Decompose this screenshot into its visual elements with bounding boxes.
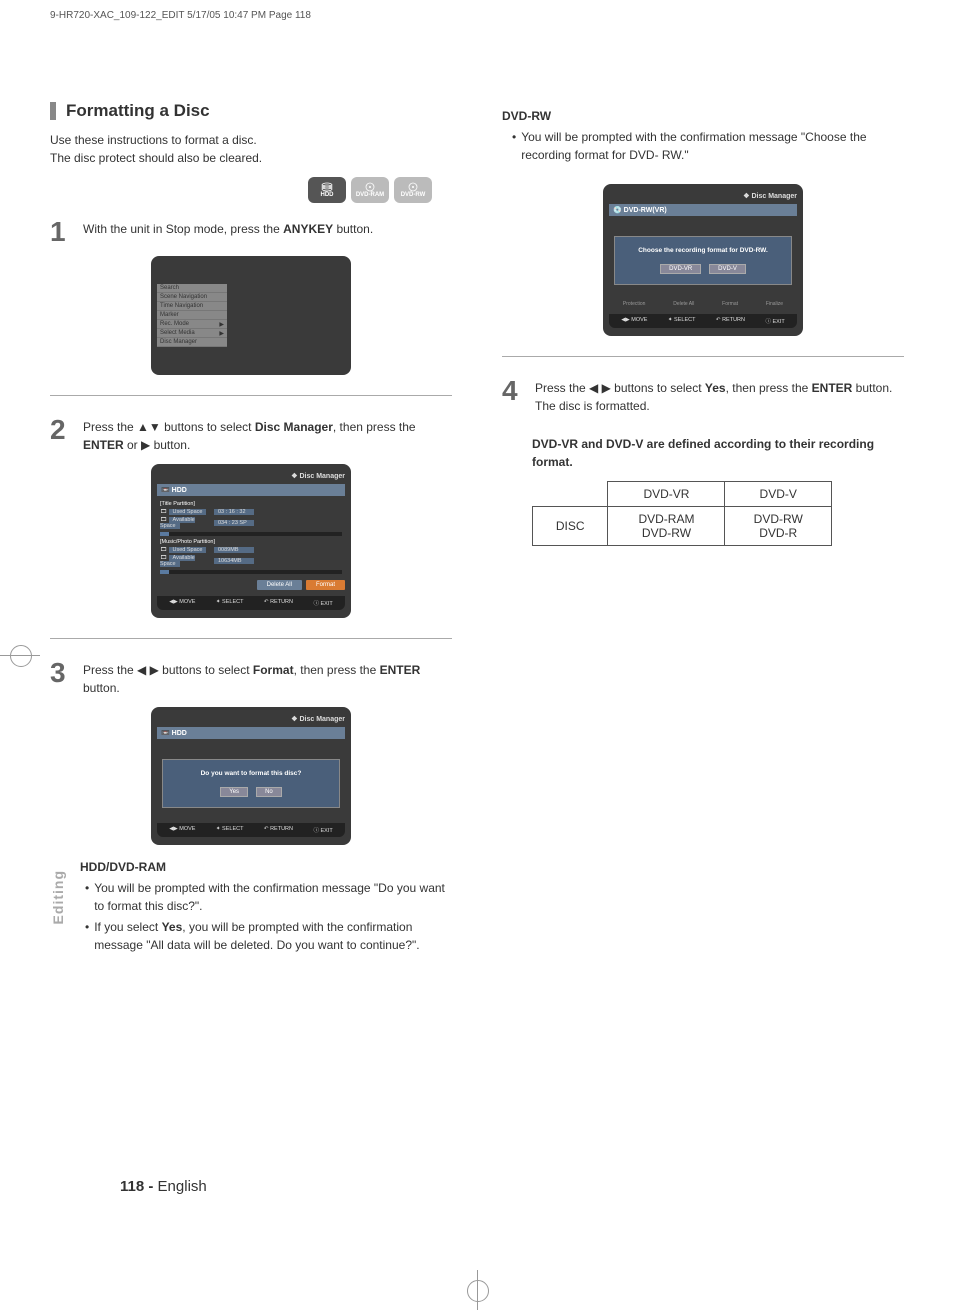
format-note: DVD-VR and DVD-V are defined according t…: [532, 435, 904, 471]
screen-anykey-menu: SearchScene NavigationTime NavigationMar…: [151, 256, 351, 375]
format-table: DVD-VR DVD-V DISC DVD-RAMDVD-RW DVD-RWDV…: [532, 481, 832, 546]
dvd-rw-icon: DVD-RW: [394, 177, 432, 203]
yes-button: Yes: [220, 787, 248, 797]
format-button: Format: [306, 580, 345, 590]
delete-all-button: Delete All: [257, 580, 302, 590]
hdd-subheading: HDD/DVD-RAM: [80, 860, 452, 874]
crop-mark-left: [0, 635, 40, 675]
separator: [502, 356, 904, 357]
separator: [50, 638, 452, 639]
screen-disc-manager: Disc Manager 📼 HDD [Title Partition] 🎞 U…: [151, 464, 351, 618]
separator: [50, 395, 452, 396]
no-button: No: [256, 787, 282, 797]
step-2-text: Press the ▲▼ buttons to select Disc Mana…: [83, 416, 452, 454]
dvd-v-button: DVD-V: [709, 264, 746, 274]
hdd-bullets: You will be prompted with the confirmati…: [85, 879, 452, 954]
side-tab-editing: Editing: [50, 870, 66, 924]
file-header: 9-HR720-XAC_109-122_EDIT 5/17/05 10:47 P…: [50, 10, 904, 21]
hdd-icon: HDD: [308, 177, 346, 203]
screen-dvdrw-format: Disc Manager 💿 DVD-RW(VR) Choose the rec…: [603, 184, 803, 336]
dvdrw-bullets: You will be prompted with the confirmati…: [512, 128, 904, 164]
crop-mark-bottom: [457, 1270, 497, 1310]
screen-format-confirm: Disc Manager 📼 HDD Do you want to format…: [151, 707, 351, 845]
dvd-vr-button: DVD-VR: [660, 264, 701, 274]
step-3-number: 3: [50, 659, 75, 697]
step-4-text: Press the ◀ ▶ buttons to select Yes, the…: [535, 377, 904, 415]
intro-text: Use these instructions to format a disc.…: [50, 131, 452, 167]
section-bar: [50, 102, 56, 120]
step-3-text: Press the ◀ ▶ buttons to select Format, …: [83, 659, 452, 697]
page-footer: 118 - English: [120, 1178, 207, 1195]
step-1-number: 1: [50, 218, 75, 246]
dvd-ram-icon: DVD-RAM: [351, 177, 389, 203]
step-1-text: With the unit in Stop mode, press the AN…: [83, 218, 452, 246]
step-4-number: 4: [502, 377, 527, 415]
section-title: Formatting a Disc: [66, 101, 210, 121]
step-2-number: 2: [50, 416, 75, 454]
dvdrw-subheading: DVD-RW: [502, 109, 904, 123]
